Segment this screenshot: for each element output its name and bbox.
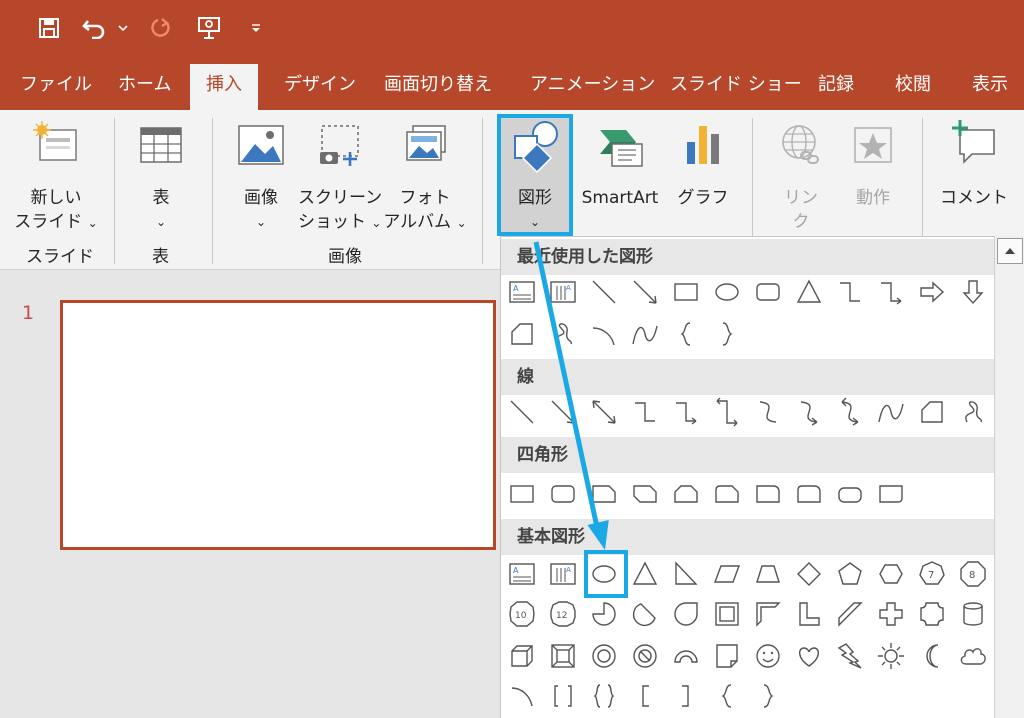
annotation-arrow-icon	[533, 241, 609, 551]
